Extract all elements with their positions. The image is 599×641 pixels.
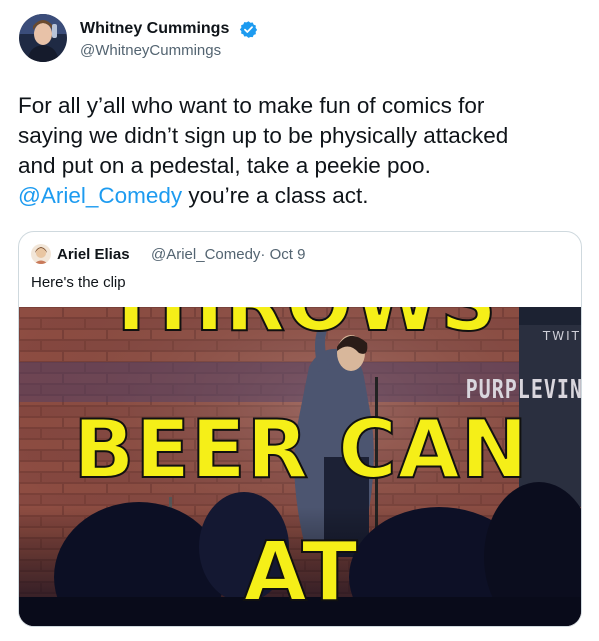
verified-badge-icon <box>239 21 258 38</box>
background-sign-text: PURPLEVIN <box>465 373 582 405</box>
avatar-photo <box>19 14 67 62</box>
quoted-author-handle-date[interactable]: @Ariel_Comedy· Oct 9 <box>151 246 305 263</box>
video-caption: THROWS <box>19 307 581 350</box>
tweet-text-line: saying we didn’t sign up to be physicall… <box>18 123 509 148</box>
quoted-tweet-text: Here's the clip <box>31 274 126 291</box>
author-name[interactable]: Whitney Cummings <box>80 20 229 38</box>
tweet-text: For all y’all who want to make fun of co… <box>18 91 583 211</box>
tweet-text-line: For all y’all who want to make fun of co… <box>18 93 485 118</box>
quoted-avatar-photo <box>31 244 51 264</box>
mention-link[interactable]: @Ariel_Comedy <box>18 183 182 208</box>
tweet[interactable]: Whitney Cummings @WhitneyCummings For al… <box>0 0 599 641</box>
author-handle[interactable]: @WhitneyCummings <box>80 42 221 59</box>
tweet-text-fragment: you’re a class act. <box>182 183 369 208</box>
quoted-author-name[interactable]: Ariel Elias <box>57 246 130 263</box>
tweet-text-line: and put on a pedestal, take a peekie poo… <box>18 153 431 178</box>
tweet-text-line: @Ariel_Comedy you’re a class act. <box>18 181 583 211</box>
video-caption: AT <box>242 524 359 621</box>
video-caption: BEER CAN <box>72 402 529 497</box>
quoted-author-avatar[interactable] <box>31 244 51 264</box>
quoted-tweet[interactable]: Ariel Elias @Ariel_Comedy· Oct 9 Here's … <box>18 231 582 627</box>
author-avatar[interactable] <box>19 14 67 62</box>
quoted-video[interactable]: TWIT PURPLEVIN THROWS BEER CAN AT <box>19 307 582 626</box>
